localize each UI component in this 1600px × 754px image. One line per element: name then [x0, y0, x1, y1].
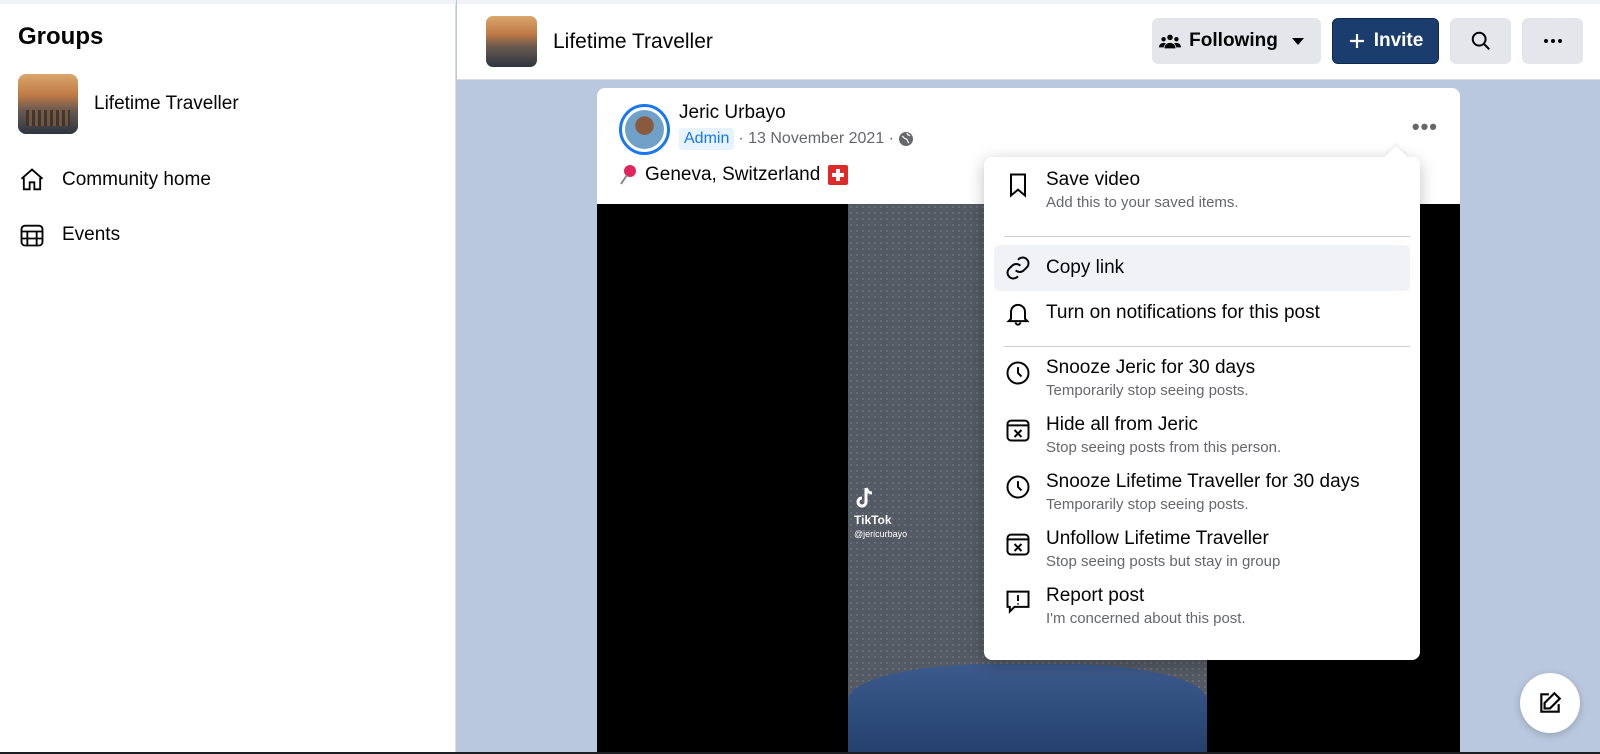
sidebar-item-community-home[interactable]: Community home [18, 166, 211, 194]
tiktok-icon [856, 487, 873, 508]
menu-item-save-video[interactable]: Save video Add this to your saved items. [994, 169, 1410, 225]
tiktok-label: TikTok [854, 513, 892, 527]
menu-item-title: Report post [1046, 585, 1145, 606]
invite-button[interactable]: Invite [1332, 18, 1439, 64]
people-icon [1159, 34, 1182, 49]
calendar-icon [20, 224, 44, 247]
tiktok-handle: @jericurbayo [854, 529, 908, 539]
menu-item-subtitle: Stop seeing posts from this person. [1046, 439, 1282, 456]
post-date[interactable]: · 13 November 2021 · [738, 130, 894, 148]
post-author[interactable]: Jeric Urbayo [679, 102, 786, 124]
menu-item-title: Snooze Lifetime Traveller for 30 days [1046, 471, 1360, 492]
sidebar-group-item[interactable]: Lifetime Traveller [18, 74, 239, 134]
sidebar-title: Groups [18, 23, 104, 50]
following-button[interactable]: Following [1152, 18, 1321, 64]
home-icon [20, 168, 44, 191]
more-options-button[interactable] [1522, 18, 1583, 64]
menu-item-snooze-jeric[interactable]: Snooze Jeric for 30 days Temporarily stop… [994, 357, 1410, 409]
post-location: Geneva, Switzerland [645, 164, 821, 185]
search-icon [1471, 31, 1490, 50]
menu-item-title: Save video [1046, 169, 1141, 190]
video-content [848, 664, 1207, 754]
menu-item-subtitle: Add this to your saved items. [1046, 194, 1239, 211]
globe-icon [899, 132, 913, 146]
compose-icon [1540, 691, 1562, 713]
menu-item-title: Hide all from Jeric [1046, 414, 1199, 435]
menu-item-title: Unfollow Lifetime Traveller [1046, 528, 1269, 549]
swiss-flag-icon [828, 165, 849, 185]
menu-item-unfollow[interactable]: Unfollow Lifetime Traveller Stop seeing p… [994, 528, 1410, 580]
post-text: Geneva, Switzerland [619, 164, 849, 186]
menu-item-subtitle: I'm concerned about this post. [1046, 610, 1246, 627]
sidebar-item-events[interactable]: Events [18, 221, 120, 249]
clock-icon [1006, 475, 1030, 499]
author-avatar[interactable] [619, 104, 670, 155]
menu-item-title: Turn on notifications for this post [1046, 302, 1320, 323]
post-options-menu: Save video Add this to your saved items. … [984, 145, 1420, 660]
menu-item-snooze-group[interactable]: Snooze Lifetime Traveller for 30 days Tem… [994, 471, 1410, 523]
menu-item-subtitle: Temporarily stop seeing posts. [1046, 496, 1249, 513]
group-header: Lifetime Traveller Following Invite [457, 0, 1600, 80]
top-divider [0, 0, 456, 4]
hide-icon [1006, 419, 1030, 442]
menu-item-title: Copy link [1046, 257, 1125, 278]
menu-item-subtitle: Temporarily stop seeing posts. [1046, 382, 1249, 399]
menu-item-notifications[interactable]: Turn on notifications for this post [994, 293, 1410, 333]
menu-divider [1004, 346, 1410, 347]
menu-item-hide-all[interactable]: Hide all from Jeric Stop seeing posts fro… [994, 414, 1410, 466]
more-horizontal-icon [1543, 39, 1562, 43]
pushpin-icon [620, 165, 636, 185]
menu-item-subtitle: Stop seeing posts but stay in group [1046, 553, 1281, 570]
menu-item-copy-link[interactable]: Copy link [994, 245, 1410, 291]
menu-item-title: Snooze Jeric for 30 days [1046, 357, 1256, 378]
plus-icon [1349, 34, 1364, 48]
bookmark-icon [1010, 173, 1026, 198]
new-message-button[interactable] [1520, 673, 1580, 733]
sidebar-item-label: Community home [62, 169, 211, 190]
menu-item-report-post[interactable]: Report post I'm concerned about this post… [994, 585, 1410, 637]
menu-divider [1004, 236, 1410, 237]
header-group-title[interactable]: Lifetime Traveller [553, 30, 713, 54]
bell-icon [1006, 303, 1030, 326]
caret-down-icon [1291, 38, 1304, 45]
group-thumbnail [18, 74, 78, 134]
tiktok-watermark: TikTok @jericurbayo [854, 486, 907, 539]
link-icon [1006, 256, 1030, 280]
header-group-thumbnail[interactable] [486, 16, 537, 67]
unfollow-icon [1006, 533, 1030, 556]
sidebar-item-label: Events [62, 224, 121, 245]
report-icon [1006, 590, 1030, 614]
admin-badge[interactable]: Admin [679, 128, 735, 150]
sidebar: Groups Lifetime Traveller Community home… [0, 0, 456, 754]
clock-icon [1006, 361, 1030, 385]
following-label: Following [1189, 30, 1278, 51]
search-button[interactable] [1450, 18, 1511, 64]
post-meta: Admin · 13 November 2021 · [679, 128, 914, 150]
post-options-button[interactable]: ••• [1412, 114, 1438, 140]
invite-label: Invite [1373, 30, 1424, 51]
sidebar-group-name: Lifetime Traveller [94, 93, 239, 114]
top-divider [457, 0, 1600, 4]
